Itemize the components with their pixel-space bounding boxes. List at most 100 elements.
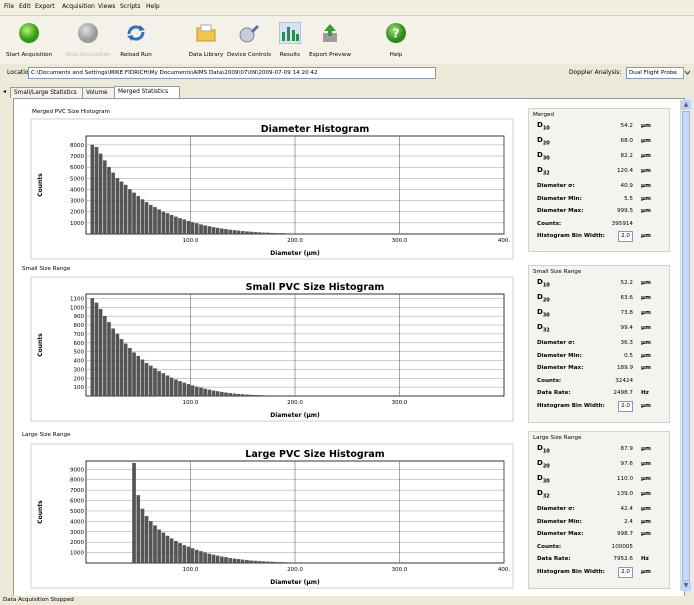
scroll-up-icon[interactable]: ▲ [681,100,691,110]
histogram-bar [178,381,182,397]
stat-unit: µm [641,153,651,159]
stat-subscript: 10 [542,282,550,289]
histogram-bar [90,298,95,397]
stat-name-text: Diameter σ: [537,340,575,346]
location-field[interactable]: C:\Documents and Settings\MIKE FIDRICH\M… [28,67,436,79]
histogram-bar [253,560,258,564]
y-tick-label: 300 [74,367,85,373]
menu-export[interactable]: Export [35,3,55,10]
x-tick-label: 200.0 [287,238,303,244]
histogram-bar [274,562,278,564]
menu-bar: File Edit Export Acquisition Views Scrip… [0,0,694,16]
histogram-bar [207,226,212,235]
results-label: Results [279,52,301,58]
stat-name: D20 [537,293,550,303]
chart-title: Large PVC Size Histogram [245,449,384,460]
stat-name: D20 [537,459,550,469]
help-icon: ? [386,23,406,43]
stat-row: Diameter Max: 999.5 µm [529,206,669,217]
stat-name: Diameter Max: [537,365,583,371]
stat-value: 110.0 [616,476,633,482]
histogram-bar [90,144,95,235]
stat-unit: µm [641,402,651,409]
stat-row: D32 139.0 µm [529,489,669,500]
y-axis-label: Counts [37,333,44,357]
stat-name-text: Diameter Min: [537,518,582,525]
histogram-bar [270,232,274,235]
stat-name: D10 [537,444,550,454]
menu-scripts[interactable]: Scripts [120,3,141,10]
stat-value: 0.5 [624,352,633,359]
stat-name-text: Diameter Max: [537,365,584,371]
reload-run-button[interactable]: Reload Run [116,16,156,64]
merged-histogram-chart: Diameter Histogram 1000 2000 3000 4000 5000 60… [30,118,514,260]
stat-subscript: 30 [542,312,550,319]
histogram-bar [140,199,145,235]
tab-volume[interactable]: Volume [82,87,116,98]
histogram-bar [157,209,161,235]
vertical-scrollbar[interactable]: ▲ ▼ [680,100,691,591]
data-library-label: Data Library [188,52,224,58]
y-tick-label: 600 [74,341,85,347]
stat-unit: µm [641,123,651,129]
chart-title: Small PVC Size Histogram [246,282,385,293]
stat-name: D32 [537,166,550,176]
x-axis-label: Diameter (µm) [270,250,320,257]
stat-row: Counts: 395914 [529,219,669,230]
stat-value: 52.2 [620,280,633,286]
start-acquisition-button[interactable]: Start Acquisition [6,16,52,64]
stat-unit: Hz [641,556,649,562]
histogram-bar [153,525,157,564]
stat-name-text: Histogram Bin Width: [537,402,605,409]
tabs-scroll-left-icon[interactable]: ◂ [3,88,6,95]
histogram-bar [161,211,166,235]
menu-help[interactable]: Help [146,3,160,10]
histogram-bar [178,218,182,235]
stat-unit: µm [641,491,651,497]
scroll-down-icon[interactable]: ▼ [681,581,691,591]
stat-subscript: 30 [542,155,550,162]
bin-width-input[interactable]: 2.0 [618,231,633,242]
stop-acquisition-button[interactable]: Stop Acquisition [63,16,113,64]
histogram-bar [199,551,203,564]
tab-small-large-statistics[interactable]: Small/Large Statistics [10,87,84,98]
data-library-button[interactable]: Data Library [186,16,226,64]
histogram-bar [174,541,178,564]
histogram-bar [186,221,191,235]
export-preview-button[interactable]: Export Preview [307,16,353,64]
bin-width-input[interactable]: 2.0 [618,400,633,412]
histogram-bar [136,355,141,397]
menu-acquisition[interactable]: Acquisition [62,3,95,10]
doppler-analysis-select[interactable]: Dual Flight Probe [626,67,684,79]
stat-name: Diameter σ: [537,506,575,512]
stat-row: Diameter σ: 36.3 µm [529,338,669,349]
help-button[interactable]: ? Help [382,16,410,64]
stat-name: D30 [537,308,550,318]
stat-value: 36.3 [620,340,633,346]
histogram-bar [165,375,170,397]
histogram-bar [115,178,120,235]
device-controls-button[interactable]: Device Controls [227,16,271,64]
y-tick-label: 200 [74,376,85,382]
tab-merged-statistics[interactable]: Merged Statistics [114,86,180,98]
histogram-bar [128,348,132,397]
y-tick-label: 5000 [70,176,84,182]
results-button[interactable]: Results [271,16,309,64]
stat-row: Diameter Max: 189.9 µm [529,363,669,374]
large-histogram-chart: Large PVC Size Histogram 1000 2000 3000 4000… [30,443,514,589]
menu-edit[interactable]: Edit [19,3,31,10]
chevron-down-icon[interactable] [684,69,691,76]
doppler-analysis-value: Dual Flight Probe [629,70,677,76]
x-axis-label: Diameter (µm) [270,579,320,586]
histogram-bar [211,227,216,235]
menu-file[interactable]: File [4,3,14,10]
stat-row: Diameter Max: 998.7 µm [529,529,669,540]
stat-value: 63.6 [620,295,633,301]
histogram-bar [253,232,258,235]
histogram-bar [224,392,228,397]
menu-views[interactable]: Views [98,3,115,10]
stat-unit: µm [641,233,651,239]
histogram-bar [224,557,228,564]
scroll-thumb[interactable] [682,111,690,581]
bin-width-input[interactable]: 2.0 [618,566,633,578]
